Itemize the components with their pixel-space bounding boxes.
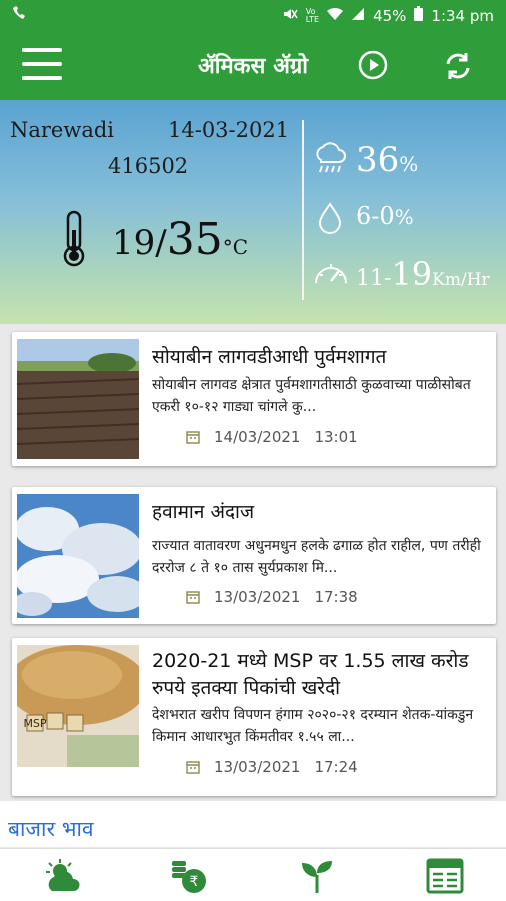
rain-row: 6-0%: [312, 200, 502, 240]
humidity-row: 36%: [312, 140, 502, 180]
market-section-title[interactable]: बाजार भाव: [8, 815, 94, 843]
speedometer-icon: [315, 264, 347, 284]
clock: 1:34 pm: [431, 6, 494, 25]
weather-date: 14-03-2021: [168, 118, 290, 142]
news-description: देशभरात खरीप विपणन हंगाम २०२०-२१ दरम्यान…: [152, 707, 474, 745]
weather-location: Narewadi: [10, 118, 115, 142]
news-card[interactable]: हवामान अंदाज राज्यात वातावरण अधुनमधुन हल…: [12, 487, 496, 624]
wifi-call-icon: [10, 6, 26, 26]
news-icon[interactable]: [426, 857, 464, 895]
news-thumbnail-field: [16, 339, 140, 459]
news-title: 2020-21 मध्ये MSP वर 1.55 लाख करोड रुपये…: [152, 650, 469, 699]
news-title: सोयाबीन लागवडीआधी पुर्वमशागत: [152, 346, 387, 368]
news-meta: 13/03/2021 17:38: [186, 588, 358, 606]
volte-icon: Vo LTE: [305, 6, 320, 24]
news-meta: 14/03/2021 13:01: [186, 428, 358, 446]
news-time: 17:38: [314, 588, 358, 606]
news-thumbnail-clouds: [12, 494, 147, 618]
rain-cloud-icon: [316, 142, 346, 173]
weather-pincode: 416502: [108, 154, 189, 178]
news-thumbnail-msp: MSP: [7, 645, 147, 767]
news-date: 13/03/2021: [214, 758, 301, 776]
news-card[interactable]: MSP 2020-21 मध्ये MSP वर 1.55 लाख करोड र…: [7, 638, 496, 796]
news-time: 17:24: [314, 758, 358, 776]
rupee-coins-icon[interactable]: ₹: [170, 857, 208, 895]
refresh-icon[interactable]: [442, 50, 474, 82]
news-meta: 13/03/2021 17:24: [186, 758, 358, 776]
wifi-icon: [327, 7, 344, 25]
news-time: 13:01: [314, 428, 358, 446]
news-description: राज्यात वातावरण अधुनमधुन हलके ढगाळ होत र…: [152, 538, 481, 576]
battery-percent: 45%: [373, 6, 407, 25]
thermometer-icon: [58, 210, 90, 268]
msp-blocks-text: MSP: [23, 717, 46, 730]
weather-icon[interactable]: [44, 857, 82, 895]
news-title: हवामान अंदाज: [152, 501, 255, 523]
status-bar: Vo LTE 45% 1:34 pm: [0, 0, 506, 30]
weather-divider: [302, 120, 304, 300]
app-title: ॲमिकस ॲग्रो: [197, 54, 308, 79]
mute-icon: [282, 7, 298, 25]
news-date: 14/03/2021: [214, 428, 301, 446]
temperature: 19/35°C: [112, 214, 249, 265]
bottom-navigation: ₹: [0, 848, 506, 901]
news-date: 13/03/2021: [214, 588, 301, 606]
calendar-icon: [186, 431, 200, 444]
drop-icon: [318, 202, 342, 234]
battery-icon: [414, 6, 424, 25]
wind-row: 11-19Km/Hr: [312, 255, 502, 295]
signal-icon: [351, 7, 365, 25]
news-description: सोयाबीन लागवड क्षेत्रात पुर्वमशागतीसाठी …: [152, 377, 471, 415]
calendar-icon: [186, 761, 200, 774]
play-icon[interactable]: [358, 50, 388, 80]
calendar-icon: [186, 591, 200, 604]
svg-text:₹: ₹: [190, 874, 199, 890]
plant-icon[interactable]: [298, 857, 336, 895]
news-card[interactable]: सोयाबीन लागवडीआधी पुर्वमशागत सोयाबीन लाग…: [12, 332, 496, 466]
app-bar: ॲमिकस ॲग्रो: [0, 30, 506, 100]
weather-panel[interactable]: Narewadi 14-03-2021 416502 19/35°C 36% 6…: [0, 100, 506, 324]
